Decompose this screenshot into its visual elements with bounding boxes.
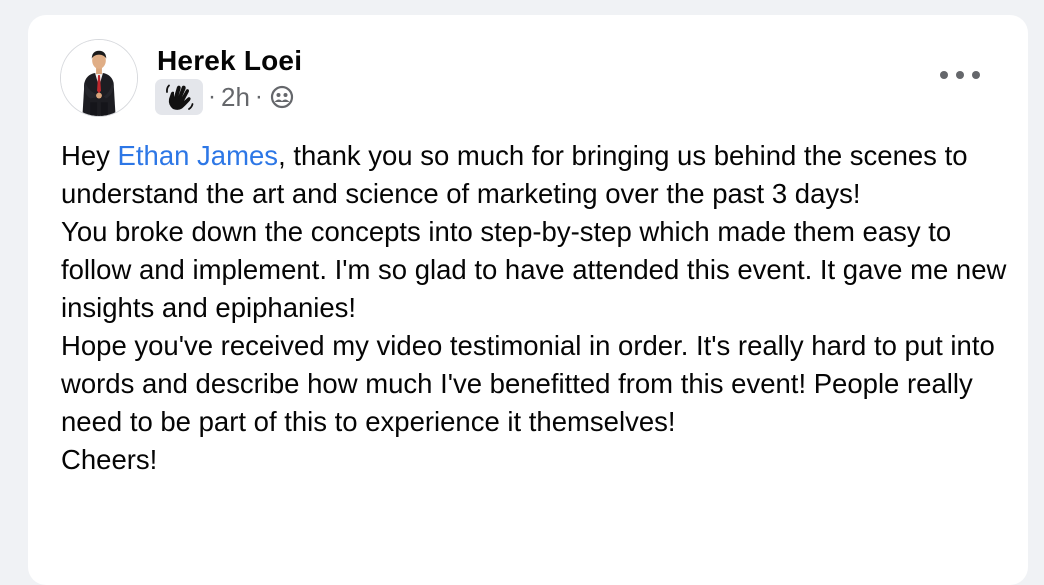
separator: · — [254, 83, 263, 110]
post-body: Hey Ethan James, thank you so much for b… — [61, 137, 1011, 479]
more-dot — [956, 71, 964, 79]
mention-link[interactable]: Ethan James — [118, 140, 279, 171]
text-segment: Hey — [61, 140, 118, 171]
profile-photo — [61, 40, 137, 116]
post-meta: · 2h · — [155, 79, 294, 115]
author-name[interactable]: Herek Loei — [157, 45, 302, 77]
avatar[interactable] — [60, 39, 138, 117]
post-paragraph-1: Hey Ethan James, thank you so much for b… — [61, 137, 1011, 213]
separator: · — [208, 83, 216, 110]
waving-hand-glyph — [166, 84, 194, 110]
post-paragraph-2: You broke down the concepts into step-by… — [61, 216, 1007, 323]
post-card: Herek Loei · 2h · Hey Ethan James, thank… — [28, 15, 1028, 585]
more-options-icon[interactable] — [940, 65, 980, 85]
more-dot — [972, 71, 980, 79]
more-dot — [940, 71, 948, 79]
post-paragraph-3: Hope you've received my video testimonia… — [61, 330, 995, 437]
post-paragraph-4: Cheers! — [61, 444, 158, 475]
friends-globe-icon[interactable] — [270, 85, 294, 109]
post-timestamp[interactable]: 2h — [221, 82, 250, 113]
waving-hand-icon[interactable] — [155, 79, 203, 115]
